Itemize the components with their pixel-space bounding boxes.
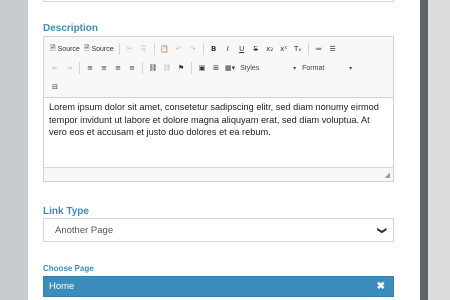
copy-icon[interactable]: ⎘	[137, 41, 151, 57]
editor-status-bar: ◢	[44, 167, 393, 181]
remove-format-icon[interactable]: Tₓ	[291, 41, 305, 57]
align-right-icon[interactable]: ≡	[111, 60, 125, 76]
chevron-down-icon: ❯	[377, 226, 388, 234]
source-button-2[interactable]: 🗎 Source	[82, 41, 116, 57]
previous-input-field[interactable]	[43, 0, 394, 2]
remove-icon[interactable]: ✖	[377, 281, 385, 292]
toolbar-separator	[307, 43, 309, 55]
undo-icon[interactable]: ↶	[172, 41, 186, 57]
outdent-icon[interactable]: ⇤	[48, 60, 62, 76]
choose-page-selection[interactable]: Home ✖	[43, 276, 394, 297]
toolbar-separator	[153, 43, 155, 55]
toolbar-separator	[191, 62, 192, 74]
editor-toolbar: 🗎 Source 🗎 Source ✂ ⎘ 📋 ↶ ↷ B I U Sx₂ x² Tₓ ≔ ☰ ⇤ ⇥ ≡ ≡ ≡ ≡ ⛓ ⛓…	[44, 37, 393, 98]
styles-dropdown[interactable]: Styles ▾	[237, 61, 299, 75]
backdrop-right	[420, 0, 450, 300]
insert-dropdown-icon[interactable]: ▦▾	[223, 60, 237, 76]
editor-content[interactable]: Lorem ipsum dolor sit amet, consetetur s…	[44, 98, 393, 167]
table-icon[interactable]: ⊞	[209, 60, 223, 76]
link-type-select[interactable]: Another Page ❯	[43, 218, 394, 242]
modal-form: Description 🗎 Source 🗎 Source ✂ ⎘ 📋 ↶ ↷ B I U Sx₂ x² T…	[28, 0, 420, 300]
strikethrough-icon[interactable]: S	[249, 41, 263, 57]
image-icon[interactable]: ▣	[195, 60, 209, 76]
bulleted-list-icon[interactable]: ☰	[326, 41, 340, 57]
link-icon[interactable]: ⛓	[146, 60, 160, 76]
toolbar-row-1: 🗎 Source 🗎 Source ✂ ⎘ 📋 ↶ ↷ B I U Sx₂ x² Tₓ ≔ ☰	[48, 40, 389, 58]
justify-icon[interactable]: ≡	[125, 60, 139, 76]
scrollbar[interactable]	[420, 0, 428, 300]
italic-icon[interactable]: I	[221, 41, 235, 57]
link-type-label: Link Type	[43, 206, 89, 217]
superscript-icon[interactable]: x²	[277, 41, 291, 57]
description-label: Description	[43, 23, 99, 34]
link-type-value: Another Page	[55, 224, 114, 236]
redo-icon[interactable]: ↷	[186, 41, 200, 57]
align-center-icon[interactable]: ≡	[97, 60, 111, 76]
format-dropdown-label: Format	[302, 64, 325, 72]
show-blocks-icon[interactable]: ⊟	[48, 79, 62, 95]
bold-icon[interactable]: B	[207, 41, 221, 57]
backdrop-left	[0, 0, 28, 300]
toolbar-row-2: ⇤ ⇥ ≡ ≡ ≡ ≡ ⛓ ⛓ ⚑ ▣ ⊞ ▦▾ Styles ▾ Format ▾	[48, 59, 389, 77]
cut-icon[interactable]: ✂	[123, 41, 137, 57]
align-left-icon[interactable]: ≡	[83, 60, 97, 76]
source-button-1[interactable]: 🗎 Source	[48, 41, 82, 57]
anchor-flag-icon[interactable]: ⚑	[174, 60, 188, 76]
choose-page-label: Choose Page	[43, 264, 94, 273]
numbered-list-icon[interactable]: ≔	[312, 41, 326, 57]
selected-page: Home	[49, 281, 75, 292]
underline-icon[interactable]: U	[235, 41, 249, 57]
resize-handle-icon[interactable]: ◢	[385, 171, 390, 179]
toolbar-separator	[202, 43, 204, 55]
rich-text-editor: 🗎 Source 🗎 Source ✂ ⎘ 📋 ↶ ↷ B I U Sx₂ x² Tₓ ≔ ☰ ⇤ ⇥ ≡ ≡ ≡ ≡ ⛓ ⛓…	[43, 36, 394, 182]
chevron-down-icon: ▾	[293, 65, 297, 72]
format-dropdown[interactable]: Format ▾	[299, 61, 355, 75]
styles-dropdown-label: Styles	[240, 64, 260, 72]
chevron-down-icon: ▾	[349, 65, 353, 72]
toolbar-row-3: ⊟	[48, 78, 389, 96]
indent-icon[interactable]: ⇥	[62, 60, 76, 76]
paste-icon[interactable]: 📋	[158, 41, 172, 57]
toolbar-separator	[118, 43, 120, 55]
subscript-icon[interactable]: x₂	[263, 41, 277, 57]
unlink-icon[interactable]: ⛓	[160, 60, 174, 76]
toolbar-separator	[79, 62, 80, 74]
toolbar-separator	[142, 62, 143, 74]
